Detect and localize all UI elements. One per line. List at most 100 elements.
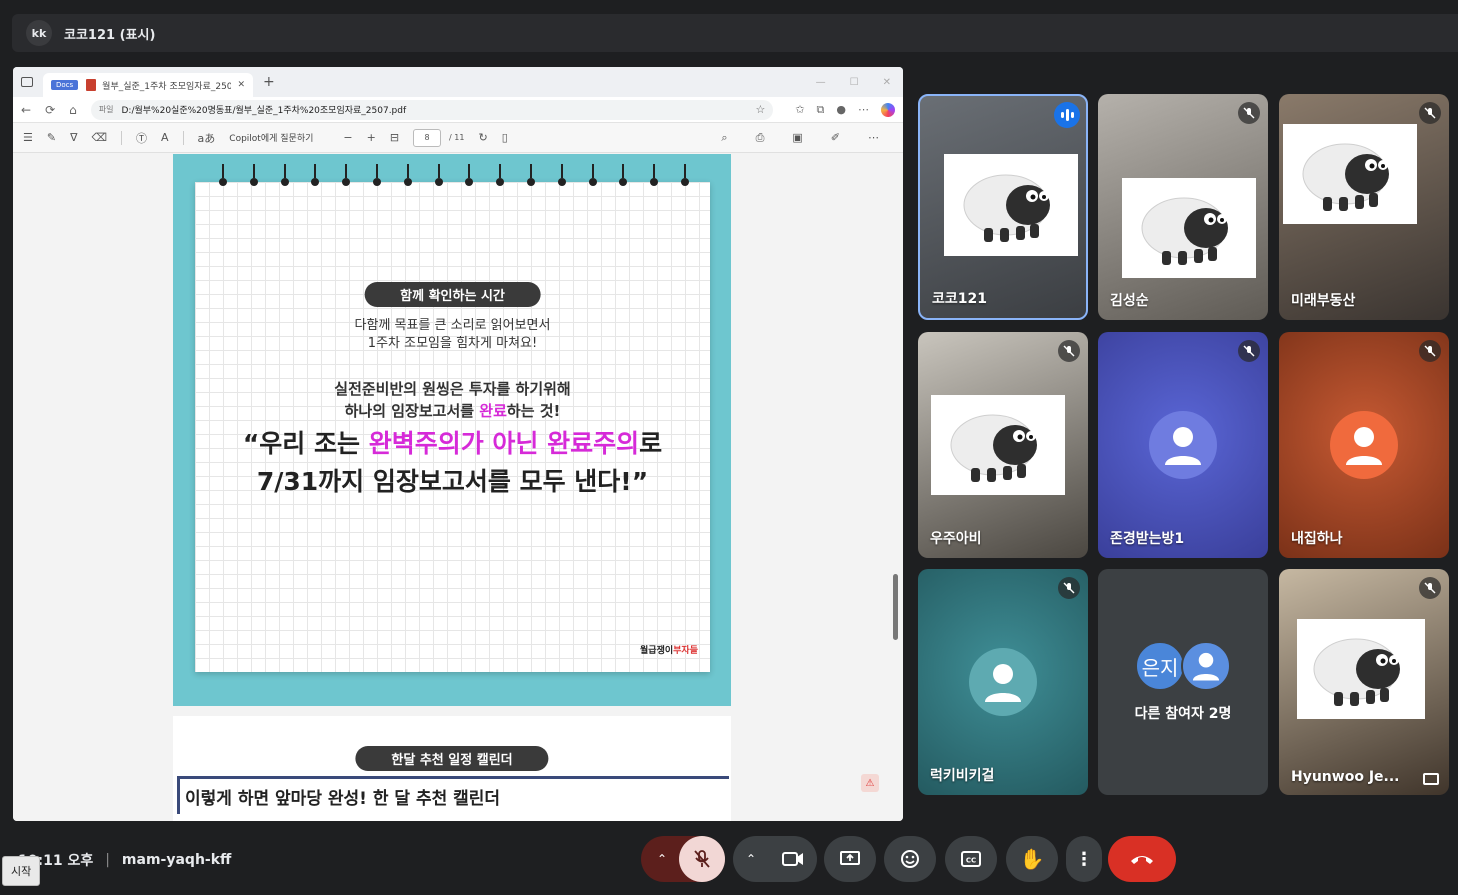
goal-quote-line-2: 7/31까지 임장보고서를 모두 낸다!” (256, 467, 649, 496)
browser-tab[interactable]: Docs 월부_실준_1주차 조모임자료_250 ✕ (43, 73, 253, 97)
fit-page-icon[interactable]: ⊟ (390, 131, 399, 144)
sheep-avatar (944, 154, 1078, 256)
page-number-input[interactable]: 8 (413, 128, 442, 147)
print-icon[interactable]: ⎙ (756, 131, 765, 145)
extensions-icon[interactable]: ⧉ (817, 103, 825, 117)
highlight-icon[interactable]: ✎ (47, 131, 56, 144)
mic-off-icon (1419, 340, 1441, 362)
window-icon[interactable] (21, 77, 33, 87)
eraser-icon[interactable]: ⌫ (91, 131, 107, 144)
page-count: / 11 (449, 133, 465, 142)
presentation-title: 코코121 (표시) (64, 27, 156, 43)
zoom-out-icon[interactable]: − (343, 131, 352, 144)
others-avatar-2 (1181, 641, 1231, 691)
mic-options-chevron-icon[interactable]: ⌃ (657, 852, 667, 866)
sheep-avatar (931, 395, 1065, 495)
mic-off-icon (1238, 340, 1260, 362)
copilot-icon[interactable] (881, 102, 895, 117)
acrobat-icon[interactable]: ⚠ (861, 774, 879, 792)
raise-hand-button[interactable]: ✋ (1006, 836, 1058, 882)
reactions-button[interactable] (884, 836, 936, 882)
avatar-circle (969, 648, 1037, 716)
avatar-circle (1149, 411, 1217, 479)
svg-text:CC: CC (966, 857, 976, 865)
maximize-icon[interactable]: ☐ (850, 77, 859, 88)
bookmark-star-icon[interactable]: ☆ (755, 103, 765, 116)
presenter-avatar: kk (26, 20, 52, 46)
leave-call-button[interactable] (1108, 836, 1176, 882)
captions-button[interactable]: CC (945, 836, 997, 882)
others-label: 다른 참여자 2명 (1134, 706, 1232, 722)
sheep-icon (1313, 638, 1400, 706)
refresh-icon[interactable]: ⟳ (45, 103, 55, 117)
back-icon[interactable]: ← (21, 103, 31, 117)
save-icon[interactable]: ▣ (792, 131, 802, 145)
contents-icon[interactable]: ☰ (23, 131, 33, 144)
present-button[interactable] (824, 836, 876, 882)
start-button[interactable]: 시작 (2, 856, 41, 886)
participant-tile-5[interactable]: 존경받는방1 (1098, 332, 1268, 558)
more-options-button[interactable]: ⋮ (1066, 836, 1102, 882)
captions-icon: CC (961, 851, 981, 867)
page-view-icon[interactable]: ▯ (502, 131, 508, 144)
calendar-pill: 한달 추천 일정 캘린더 (355, 746, 549, 771)
participant-name: 우주아비 (930, 531, 982, 547)
search-icon[interactable]: ⌕ (721, 131, 727, 145)
close-window-icon[interactable]: ✕ (883, 77, 891, 88)
others-avatar-1: 은지 (1135, 641, 1185, 691)
profile-icon[interactable]: ● (836, 103, 846, 116)
address-bar: ← ⟳ ⌂ 파일 D:/월부%20실준%20명동표/월부_실준_1주차%20조모… (13, 97, 903, 123)
save-as-icon[interactable]: ✐ (831, 131, 840, 145)
new-tab-icon[interactable]: + (263, 74, 275, 90)
camera-options-chevron-icon[interactable]: ⌃ (746, 852, 756, 866)
participant-tile-others[interactable]: 은지 다른 참여자 2명 (1098, 569, 1268, 795)
translate-icon[interactable]: aあ (198, 130, 216, 146)
favorites-icon[interactable]: ✩ (795, 103, 804, 116)
participant-tile-4[interactable]: 우주아비 (918, 332, 1088, 558)
camera-icon[interactable] (782, 851, 804, 867)
participant-name: Hyunwoo Je... (1291, 769, 1400, 785)
pdf-scrollbar[interactable] (891, 154, 901, 821)
close-tab-icon[interactable]: ✕ (237, 80, 245, 90)
goal-quote-line-1: “우리 조는 완벽주의가 아닌 완료주의로 (242, 429, 663, 458)
participant-name: 미래부동산 (1291, 293, 1356, 309)
shared-screen: Docs 월부_실준_1주차 조모임자료_250 ✕ + — ☐ ✕ ← ⟳ ⌂… (13, 67, 903, 821)
others-avatars: 은지 (1135, 641, 1231, 691)
section-pill: 함께 확인하는 시간 (364, 282, 541, 307)
participant-tile-9[interactable]: Hyunwoo Je... (1279, 569, 1449, 795)
mic-off-icon (1058, 577, 1080, 599)
draw-icon[interactable]: ∇ (70, 131, 77, 144)
window-controls: — ☐ ✕ (816, 77, 903, 88)
participant-tile-6[interactable]: 내집하나 (1279, 332, 1449, 558)
participant-tile-3[interactable]: 미래부동산 (1279, 94, 1449, 320)
minimize-icon[interactable]: — (816, 77, 826, 88)
pdf-icon (86, 79, 97, 91)
participant-name: 김성순 (1110, 293, 1149, 309)
spiral-rings (219, 164, 689, 190)
participant-tile-2[interactable]: 김성순 (1098, 94, 1268, 320)
docs-badge: Docs (51, 80, 79, 90)
mic-toggle-button[interactable] (679, 836, 725, 882)
read-aloud-icon[interactable]: A (161, 131, 169, 144)
camera-control-group: ⌃ (733, 836, 817, 882)
more-options-icon[interactable]: ⋯ (868, 131, 879, 145)
zoom-in-icon[interactable]: + (367, 131, 376, 144)
participant-tile-1[interactable]: 코코121 (918, 94, 1088, 320)
copilot-ask[interactable]: Copilot에게 질문하기 (229, 131, 313, 144)
participant-tile-7[interactable]: 럭키비키걸 (918, 569, 1088, 795)
presentation-bar: kk 코코121 (표시) (12, 14, 1458, 52)
tab-title: 월부_실준_1주차 조모임자료_250 (102, 81, 232, 92)
text-box-icon[interactable]: Ⓣ (136, 130, 147, 146)
notebook-paper: 함께 확인하는 시간 다함께 목표를 큰 소리로 읽어보면서 1주차 조모임을 … (195, 182, 710, 672)
more-icon[interactable]: ⋯ (858, 103, 869, 116)
pin-screen-icon[interactable] (1423, 773, 1439, 785)
sheep-avatar (1297, 619, 1425, 719)
person-icon (985, 664, 1021, 702)
pdf-viewer[interactable]: 함께 확인하는 시간 다함께 목표를 큰 소리로 읽어보면서 1주차 조모임을 … (13, 154, 903, 821)
browser-tabbar: Docs 월부_실준_1주차 조모임자료_250 ✕ + — ☐ ✕ (13, 67, 903, 97)
calendar-headline: 이렇게 하면 앞마당 완성! 한 달 추천 캘린더 (185, 789, 501, 809)
speaking-indicator-icon (1054, 102, 1080, 128)
home-icon[interactable]: ⌂ (69, 103, 77, 117)
url-field[interactable]: 파일 D:/월부%20실준%20명동표/월부_실준_1주차%20조모임자료_25… (90, 99, 774, 120)
rotate-icon[interactable]: ↻ (478, 131, 487, 144)
